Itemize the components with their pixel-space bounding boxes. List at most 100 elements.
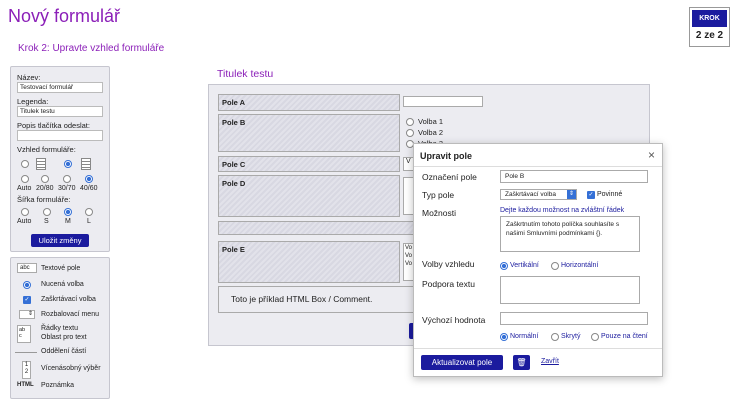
- width-option-m: M: [65, 218, 71, 225]
- update-field-button[interactable]: Aktualizovat pole: [421, 355, 503, 370]
- visibility-radio-normal[interactable]: [500, 333, 508, 341]
- palette-item-checkbox[interactable]: Zaškrtávací volba: [41, 296, 96, 303]
- field-row-c[interactable]: Pole C: [218, 156, 400, 172]
- width-label: Šířka formuláře:: [17, 195, 71, 204]
- section-divider-row[interactable]: [218, 221, 416, 235]
- textarea-icon: ab c: [17, 325, 31, 343]
- step-indicator: KROK 2 ze 2: [689, 7, 730, 47]
- field-b-radio-1[interactable]: [406, 118, 414, 126]
- default-value-input[interactable]: [500, 312, 648, 325]
- section-divider-icon: [15, 352, 37, 353]
- appearance-option-horizontal: Horizontální: [561, 262, 599, 269]
- html-comment-box[interactable]: Toto je příklad HTML Box / Comment.: [218, 286, 416, 313]
- layout-radio-30-70[interactable]: [64, 160, 72, 168]
- layout-option-30-70: 30/70: [58, 185, 76, 192]
- layout-option-auto: Auto: [17, 185, 32, 192]
- palette-item-text-area[interactable]: Oblast pro text: [41, 334, 87, 341]
- edit-field-dialog: Upravit pole × Označení pole Pole B Typ …: [413, 143, 663, 377]
- field-row-a[interactable]: Pole A: [218, 94, 400, 111]
- field-b-option-2: Volba 2: [418, 128, 444, 137]
- layout-option-40-60: 40/60: [80, 185, 98, 192]
- field-type-value: Zaškrtávací volba: [505, 191, 556, 198]
- form-properties-panel: Název: Testovací formulář Legenda: Titul…: [10, 66, 110, 252]
- layout-radio-20-80[interactable]: [41, 175, 49, 183]
- width-radio-auto[interactable]: [21, 208, 29, 216]
- palette-item-multi-select[interactable]: Vícenásobný výběr: [41, 365, 101, 372]
- close-dialog-link[interactable]: Zavřít: [541, 358, 559, 365]
- layout-20-80-icon: [36, 158, 46, 170]
- submit-caption-label: Popis tlačítka odeslat:: [17, 121, 90, 130]
- form-title: Titulek testu: [217, 68, 274, 80]
- options-hint: Dejte každou možnost na zvláštní řádek: [500, 207, 625, 214]
- field-type-select[interactable]: Zaškrtávací volba ⇕: [500, 189, 577, 200]
- field-b-label: Pole B: [222, 118, 246, 127]
- legend-label: Legenda:: [17, 97, 49, 106]
- default-value-label: Výchozí hodnota: [422, 315, 486, 325]
- trash-icon[interactable]: 🗑: [513, 355, 530, 370]
- visibility-radio-readonly[interactable]: [591, 333, 599, 341]
- visibility-option-hidden: Skrytý: [561, 333, 581, 340]
- step-label: KROK: [692, 10, 727, 27]
- required-label: Povinné: [597, 191, 623, 198]
- visibility-option-readonly: Pouze na čtení: [601, 333, 648, 340]
- save-changes-button[interactable]: Uložit změny: [31, 234, 89, 247]
- chevron-down-icon: ⇕: [567, 190, 576, 199]
- html-comment-text: Toto je příklad HTML Box / Comment.: [231, 294, 373, 304]
- close-icon[interactable]: ×: [648, 148, 655, 162]
- palette-item-section-break[interactable]: Oddělení částí: [41, 348, 86, 355]
- text-field-icon: abc: [17, 263, 37, 273]
- legend-input[interactable]: Titulek testu: [17, 106, 103, 117]
- layout-radio-auto-2[interactable]: [21, 175, 29, 183]
- width-option-auto: Auto: [17, 218, 32, 225]
- appearance-label: Volby vzhledu: [422, 259, 475, 269]
- field-palette: abc Textové pole Nucená volba ✓ Zaškrtáv…: [10, 257, 110, 399]
- layout-radio-30-70-2[interactable]: [63, 175, 71, 183]
- palette-item-note[interactable]: Poznámka: [41, 382, 74, 389]
- help-text-input[interactable]: [500, 276, 640, 304]
- page-title: Nový formulář: [8, 6, 121, 26]
- layout-option-20-80: 20/80: [36, 185, 54, 192]
- palette-item-dropdown[interactable]: Rozbalovací menu: [41, 311, 99, 318]
- required-checkbox[interactable]: ✓: [587, 191, 595, 199]
- field-a-input[interactable]: [403, 96, 483, 107]
- name-input[interactable]: Testovací formulář: [17, 82, 103, 93]
- field-label-label: Označení pole: [422, 172, 477, 182]
- field-a-label: Pole A: [222, 98, 246, 107]
- submit-caption-input[interactable]: [17, 130, 103, 141]
- dialog-header-divider: [414, 166, 662, 167]
- field-b-radio-2[interactable]: [406, 129, 414, 137]
- appearance-radio-horizontal[interactable]: [551, 262, 559, 270]
- multi-select-icon: 1 2: [22, 361, 31, 379]
- width-radio-m[interactable]: [64, 208, 72, 216]
- field-c-label: Pole C: [222, 160, 246, 169]
- field-d-label: Pole D: [222, 179, 246, 188]
- visibility-radio-hidden[interactable]: [551, 333, 559, 341]
- page-subtitle: Krok 2: Upravte vzhled formuláře: [18, 43, 165, 54]
- layout-label: Vzhled formuláře:: [17, 145, 76, 154]
- field-row-b[interactable]: Pole B: [218, 114, 400, 152]
- layout-radio-auto[interactable]: [21, 160, 29, 168]
- width-option-l: L: [87, 218, 91, 225]
- visibility-option-normal: Normální: [510, 333, 539, 340]
- width-option-s: S: [44, 218, 49, 225]
- options-textarea[interactable]: Zaškrtnutím tohoto políčka souhlasíte s …: [500, 216, 640, 252]
- width-radio-l[interactable]: [85, 208, 93, 216]
- appearance-radio-vertical[interactable]: [500, 262, 508, 270]
- width-radio-s[interactable]: [43, 208, 51, 216]
- field-row-d[interactable]: Pole D: [218, 175, 400, 217]
- field-row-e[interactable]: Pole E: [218, 241, 400, 283]
- layout-40-60-icon: [81, 158, 91, 170]
- options-label: Možnosti: [422, 208, 457, 218]
- palette-item-radio[interactable]: Nucená volba: [41, 281, 84, 288]
- palette-item-text-lines[interactable]: Řádky textu: [41, 325, 78, 332]
- palette-item-text-field[interactable]: Textové pole: [41, 265, 80, 272]
- dropdown-icon: ⇕: [19, 310, 35, 319]
- field-label-input[interactable]: Pole B: [500, 170, 648, 183]
- radio-icon: [23, 281, 31, 289]
- help-text-label: Podpora textu: [422, 279, 475, 289]
- field-type-label: Typ pole: [422, 190, 455, 200]
- dialog-footer-divider: [414, 348, 662, 349]
- layout-radio-40-60[interactable]: [85, 175, 93, 183]
- field-b-option-1: Volba 1: [418, 117, 444, 126]
- dialog-title: Upravit pole: [420, 151, 473, 161]
